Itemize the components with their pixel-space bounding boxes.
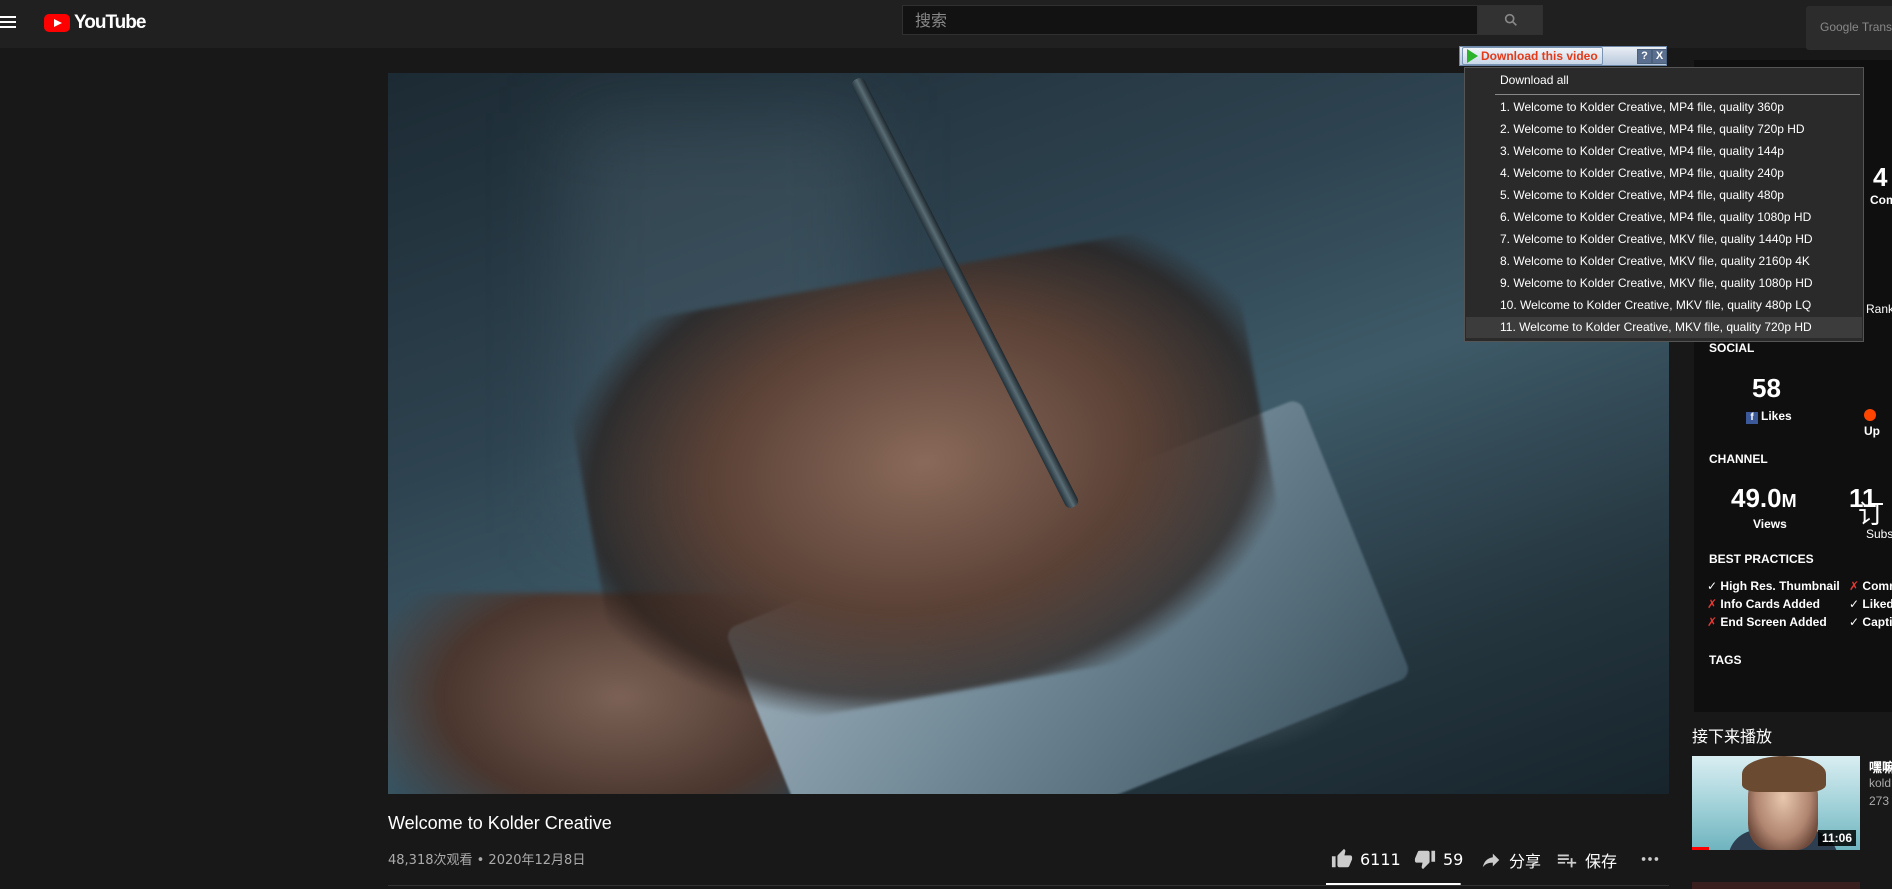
channel-views-label: Views bbox=[1753, 517, 1787, 531]
up-next-title[interactable]: 嘿嘛 bbox=[1869, 757, 1892, 776]
more-horizontal-icon bbox=[1641, 857, 1659, 861]
thumbs-down-icon bbox=[1414, 850, 1436, 870]
play-arrow-icon bbox=[1467, 49, 1478, 63]
download-option[interactable]: 10. Welcome to Kolder Creative, MKV file… bbox=[1466, 295, 1862, 316]
menu-icon[interactable] bbox=[0, 13, 16, 29]
share-label: 分享 bbox=[1509, 852, 1542, 871]
dislike-count: 59 bbox=[1443, 849, 1464, 869]
download-all-item[interactable]: Download all bbox=[1500, 73, 1569, 87]
up-next-thumbnail[interactable]: 11:06 bbox=[1692, 756, 1860, 850]
youtube-logo[interactable]: YouTube bbox=[44, 12, 146, 34]
playlist-add-icon bbox=[1557, 854, 1577, 868]
download-option[interactable]: 5. Welcome to Kolder Creative, MP4 file,… bbox=[1466, 185, 1862, 206]
video-duration-badge: 11:06 bbox=[1817, 830, 1856, 846]
up-next-channel[interactable]: kold bbox=[1869, 776, 1891, 790]
save-label: 保存 bbox=[1585, 852, 1618, 871]
bp-liked: ✓ Liked bbox=[1849, 597, 1892, 611]
facebook-likes-label: f Likes bbox=[1746, 409, 1792, 424]
tags-section-title: TAGS bbox=[1709, 653, 1742, 667]
search-button[interactable] bbox=[1478, 5, 1543, 35]
bp-comments: ✗ Comm bbox=[1849, 579, 1892, 593]
youtube-play-icon bbox=[44, 14, 70, 32]
partial-stat-number: 4 bbox=[1873, 162, 1888, 192]
download-option[interactable]: 2. Welcome to Kolder Creative, MP4 file,… bbox=[1466, 119, 1862, 140]
download-this-video-button[interactable]: Download this video bbox=[1462, 47, 1603, 65]
search-box bbox=[902, 5, 1478, 35]
help-icon[interactable]: ? bbox=[1637, 49, 1652, 64]
best-practices-title: BEST PRACTICES bbox=[1709, 552, 1814, 566]
video-divider bbox=[388, 885, 1669, 886]
logo-text: YouTube bbox=[74, 12, 146, 33]
search-icon bbox=[1504, 13, 1517, 26]
download-option[interactable]: 7. Welcome to Kolder Creative, MKV file,… bbox=[1466, 229, 1862, 250]
thumbnail-hair bbox=[1742, 756, 1826, 792]
more-actions-button[interactable] bbox=[1638, 848, 1662, 870]
google-translate-extension[interactable]: Google Trans bbox=[1806, 6, 1892, 50]
save-button[interactable]: 保存 bbox=[1555, 848, 1617, 872]
partial-rank-label: Rank bbox=[1866, 302, 1892, 316]
top-bar: YouTube Google Trans bbox=[0, 0, 1892, 50]
channel-subs-label: Subs bbox=[1866, 527, 1892, 541]
video-meta: 48,318次观看 • 2020年12月8日 bbox=[388, 853, 586, 868]
watch-progress-bar bbox=[1692, 847, 1709, 850]
bp-info-cards: ✗ Info Cards Added bbox=[1707, 597, 1820, 611]
download-option[interactable]: 3. Welcome to Kolder Creative, MP4 file,… bbox=[1466, 141, 1862, 162]
download-option[interactable]: 8. Welcome to Kolder Creative, MKV file,… bbox=[1466, 251, 1862, 272]
subscribe-overlay-text[interactable]: 订 bbox=[1858, 494, 1884, 531]
next-thumbnail-partial[interactable] bbox=[1692, 882, 1860, 889]
channel-views-number: 49.0M bbox=[1731, 483, 1797, 513]
facebook-icon: f bbox=[1746, 412, 1758, 424]
bp-captions: ✓ Captio bbox=[1849, 615, 1892, 629]
thumbs-up-icon bbox=[1331, 848, 1353, 868]
share-icon bbox=[1482, 853, 1500, 868]
up-next-heading: 接下来播放 bbox=[1692, 727, 1773, 746]
like-count: 6111 bbox=[1360, 849, 1401, 869]
up-next-views: 273 bbox=[1869, 794, 1890, 808]
download-option[interactable]: 1. Welcome to Kolder Creative, MP4 file,… bbox=[1466, 97, 1862, 118]
social-likes-number: 58 bbox=[1752, 373, 1781, 403]
partial-stat-label: Com bbox=[1870, 193, 1892, 207]
channel-section-title: CHANNEL bbox=[1709, 452, 1768, 466]
share-button[interactable]: 分享 bbox=[1479, 848, 1541, 872]
search-input[interactable] bbox=[903, 6, 1477, 34]
dislike-button[interactable]: 59 bbox=[1413, 848, 1463, 870]
bp-high-res-thumbnail: ✓ High Res. Thumbnail bbox=[1707, 579, 1840, 593]
like-button[interactable]: 6111 bbox=[1330, 848, 1401, 870]
download-option[interactable]: 6. Welcome to Kolder Creative, MP4 file,… bbox=[1466, 207, 1862, 228]
social-section-title: SOCIAL bbox=[1709, 341, 1755, 355]
download-toolbar: Download this video ? X bbox=[1459, 46, 1667, 66]
close-icon[interactable]: X bbox=[1652, 49, 1667, 64]
video-title: Welcome to Kolder Creative bbox=[388, 813, 612, 833]
download-option[interactable]: 9. Welcome to Kolder Creative, MKV file,… bbox=[1466, 273, 1862, 294]
download-menu-separator bbox=[1495, 94, 1860, 95]
download-menu: Download all 1. Welcome to Kolder Creati… bbox=[1464, 67, 1864, 342]
download-option-highlighted[interactable]: 11. Welcome to Kolder Creative, MKV file… bbox=[1466, 317, 1862, 338]
download-option[interactable]: 4. Welcome to Kolder Creative, MP4 file,… bbox=[1466, 163, 1862, 184]
reddit-icon bbox=[1864, 409, 1876, 421]
reddit-label: Up bbox=[1864, 409, 1892, 438]
bp-end-screen: ✗ End Screen Added bbox=[1707, 615, 1827, 629]
download-button-label: Download this video bbox=[1481, 49, 1598, 63]
